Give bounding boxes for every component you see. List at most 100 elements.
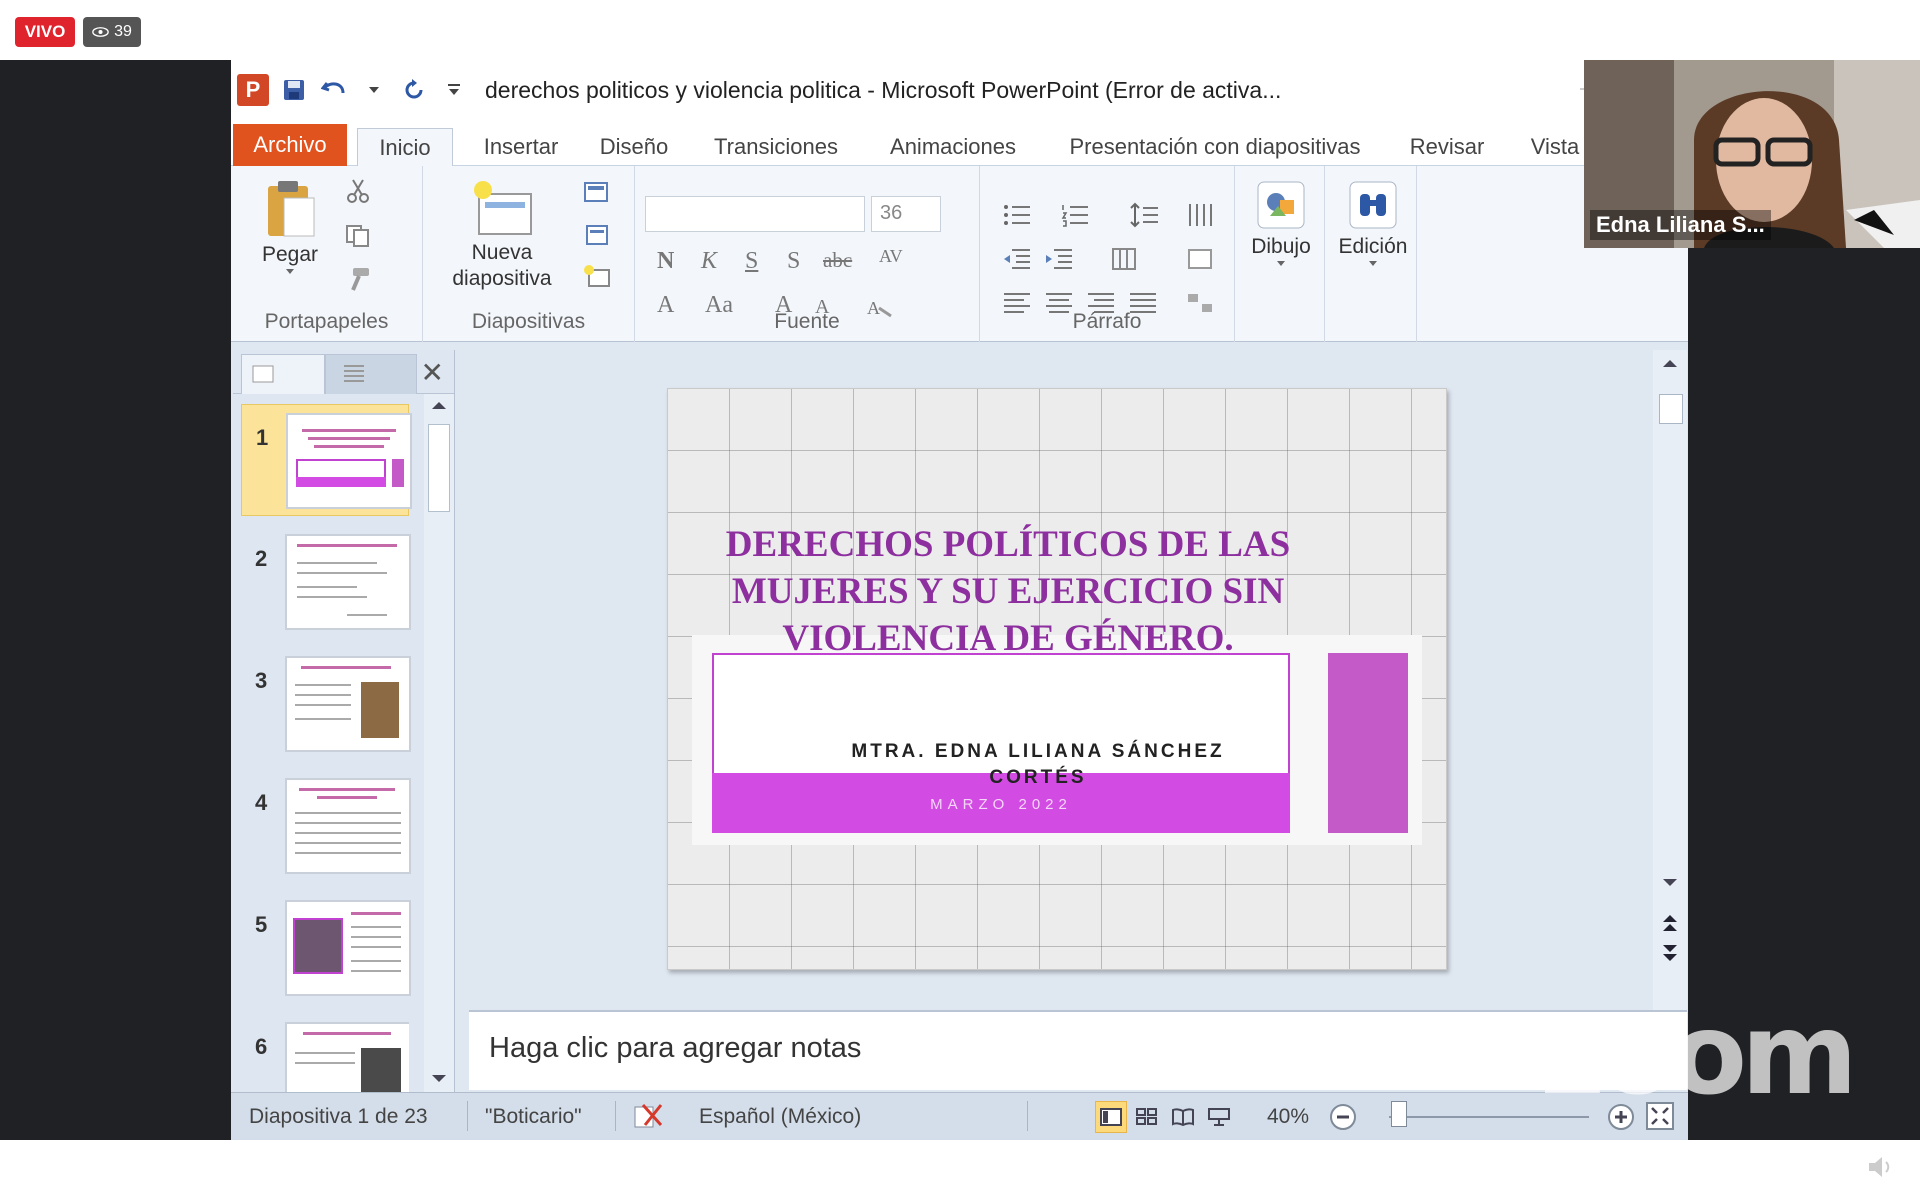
viewer-count: 39 [114, 23, 132, 40]
decrease-indent-icon[interactable] [1002, 246, 1032, 272]
powerpoint-logo-icon[interactable]: P [237, 74, 269, 106]
theme-name[interactable]: "Boticario" [485, 1105, 582, 1129]
group-editing: Edición [1325, 166, 1417, 342]
columns-icon[interactable] [1186, 202, 1216, 228]
notes-placeholder[interactable]: Haga clic para agregar notas [489, 1032, 861, 1065]
undo-icon[interactable] [319, 75, 349, 105]
font-name-combo[interactable] [645, 196, 865, 232]
scroll-down-icon[interactable] [1662, 878, 1678, 888]
close-icon[interactable]: ✕ [421, 356, 444, 389]
chevron-down-icon [1277, 261, 1285, 267]
line-spacing-icon[interactable] [1130, 202, 1160, 228]
status-separator [467, 1101, 468, 1131]
tab-archivo[interactable]: Archivo [233, 124, 347, 166]
scroll-up-icon[interactable] [1662, 358, 1678, 368]
tab-vista[interactable]: Vista [1515, 128, 1595, 166]
underline-button[interactable]: S [745, 248, 758, 275]
slide-date[interactable]: MARZO 2022 [712, 796, 1290, 813]
next-slide-icon[interactable] [1662, 942, 1678, 964]
ribbon-tabs: Archivo Inicio Insertar Diseño Transicio… [231, 120, 1688, 167]
chevron-down-icon[interactable] [359, 75, 389, 105]
normal-view-icon [1100, 1108, 1122, 1126]
scroll-down-icon[interactable] [431, 1074, 447, 1084]
chevron-down-icon [1369, 261, 1377, 267]
format-painter-icon[interactable] [343, 266, 373, 292]
speaker-icon[interactable] [1866, 1152, 1896, 1182]
char-spacing-button[interactable]: AV [879, 246, 903, 267]
copy-icon[interactable] [343, 222, 373, 248]
group-paragraph: Párrafo [980, 166, 1235, 342]
side-accent-rect [1328, 653, 1408, 833]
paste-button[interactable]: Pegar [257, 176, 323, 276]
participant-video[interactable]: Edna Liliana S... [1584, 60, 1920, 248]
drawing-button[interactable]: Dibujo [1245, 176, 1317, 268]
italic-button[interactable]: K [701, 248, 717, 275]
live-badge: VIVO [15, 17, 75, 47]
quick-access-toolbar: P [231, 74, 469, 106]
language-indicator[interactable]: Español (México) [699, 1105, 861, 1129]
status-separator [615, 1101, 616, 1131]
redo-icon[interactable] [399, 75, 429, 105]
drawing-label: Dibujo [1251, 235, 1311, 258]
tab-slides-view[interactable] [241, 354, 325, 394]
slides-pane-scrollbar[interactable] [424, 394, 454, 1092]
tab-revisar[interactable]: Revisar [1397, 128, 1497, 166]
numbering-icon[interactable] [1060, 202, 1090, 228]
tab-presentacion[interactable]: Presentación con diapositivas [1055, 128, 1375, 166]
scrollbar-thumb[interactable] [1659, 394, 1683, 424]
group-paragraph-label: Párrafo [1072, 310, 1142, 333]
tab-outline-view[interactable] [325, 354, 417, 394]
zoom-slider-knob[interactable] [1391, 1101, 1407, 1127]
zoom-out-icon[interactable] [1329, 1103, 1357, 1131]
cut-icon[interactable] [343, 178, 373, 204]
slide-thumbnail-5[interactable]: 5 [241, 892, 411, 1004]
current-slide[interactable]: DERECHOS POLÍTICOS DE LAS MUJERES Y SU E… [667, 388, 1447, 970]
strikethrough-button[interactable]: abc [823, 248, 852, 273]
tab-animaciones[interactable]: Animaciones [873, 128, 1033, 166]
slide-thumbnail-1[interactable]: 1 [241, 404, 412, 516]
align-text-icon[interactable] [1186, 246, 1216, 272]
section-icon[interactable] [583, 264, 613, 290]
group-drawing: Dibujo [1235, 166, 1325, 342]
slide-title[interactable]: DERECHOS POLÍTICOS DE LAS MUJERES Y SU E… [718, 521, 1298, 662]
previous-slide-icon[interactable] [1662, 912, 1678, 934]
slideshow-button[interactable] [1203, 1101, 1235, 1133]
spelling-check-icon[interactable] [631, 1101, 665, 1131]
zoom-watermark: zoom [1540, 990, 1858, 1120]
slide-thumbnail-6[interactable]: 6 [241, 1014, 409, 1092]
zoom-level[interactable]: 40% [1267, 1105, 1309, 1129]
text-direction-icon[interactable] [1110, 246, 1140, 272]
reset-slide-icon[interactable] [583, 222, 613, 248]
slide-number: 5 [255, 912, 268, 937]
shadow-button[interactable]: S [787, 248, 800, 275]
status-separator [1027, 1101, 1028, 1131]
new-slide-button[interactable]: Nueva diapositiva [437, 176, 567, 293]
bold-button[interactable]: N [657, 248, 674, 275]
layout-icon[interactable] [583, 180, 613, 206]
scrollbar-thumb[interactable] [428, 424, 450, 512]
increase-indent-icon[interactable] [1044, 246, 1074, 272]
tab-inicio[interactable]: Inicio [357, 128, 453, 167]
tab-insertar[interactable]: Insertar [463, 128, 579, 166]
font-size-combo[interactable]: 36 [871, 196, 941, 232]
save-icon[interactable] [279, 75, 309, 105]
tab-transiciones[interactable]: Transiciones [701, 128, 851, 166]
normal-view-button[interactable] [1095, 1101, 1127, 1133]
reading-view-button[interactable] [1167, 1101, 1199, 1133]
pane-tabs: ✕ [233, 350, 454, 394]
group-slides: Nueva diapositiva Diapositivas [423, 166, 635, 342]
customize-toolbar-icon[interactable] [439, 75, 469, 105]
slide-thumbnail-4[interactable]: 4 [241, 770, 411, 882]
slide-vertical-scrollbar[interactable] [1653, 350, 1687, 1078]
scroll-up-icon[interactable] [431, 400, 447, 410]
screen: VIVO 39 P derechos politicos y violencia… [0, 0, 1920, 1200]
slide-sorter-button[interactable] [1131, 1101, 1163, 1133]
slide-author[interactable]: MTRA. EDNA LILIANA SÁNCHEZ CORTÉS [808, 739, 1268, 791]
notes-pane[interactable]: Haga clic para agregar notas [469, 1010, 1687, 1090]
bullets-icon[interactable] [1002, 202, 1032, 228]
slide-thumbnail-3[interactable]: 3 [241, 648, 411, 760]
slide-thumbnail-2[interactable]: 2 [241, 526, 411, 638]
tab-diseno[interactable]: Diseño [585, 128, 683, 166]
editing-button[interactable]: Edición [1335, 176, 1411, 268]
slide-number: 4 [255, 790, 268, 815]
